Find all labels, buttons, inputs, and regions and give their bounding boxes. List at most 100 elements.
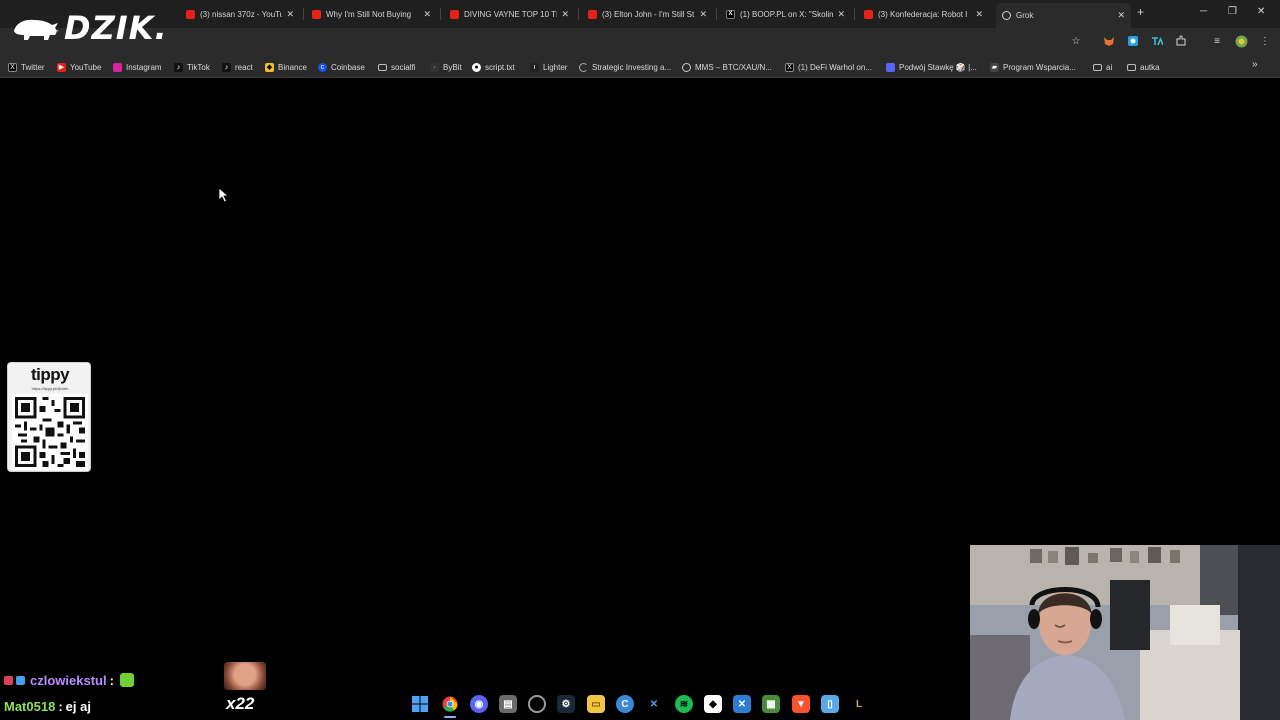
bookmark-label: autka (1140, 62, 1160, 72)
instagram-icon (113, 62, 122, 72)
bookmark-label: ByBit (443, 62, 462, 72)
bookmark-folder-socialfi[interactable]: socialfi (378, 61, 415, 73)
discord-icon[interactable]: ◉ (470, 695, 488, 713)
bookmark-label: script.txt (485, 62, 515, 72)
bookmark-folder-autka[interactable]: autka (1127, 61, 1160, 73)
new-tab-button[interactable]: + (1137, 5, 1144, 19)
extensions-puzzle-icon[interactable] (1174, 34, 1188, 48)
emote-combo-count: x22 (226, 694, 255, 713)
close-icon[interactable]: ✕ (561, 9, 569, 20)
webcam-scene (970, 545, 1280, 720)
bookmark-label: Coinbase (331, 62, 365, 72)
close-icon[interactable]: ✕ (423, 9, 431, 20)
close-icon[interactable]: ✕ (699, 9, 707, 20)
stream-logo: DZIK. (12, 12, 168, 44)
bookmark-label: TikTok (187, 62, 210, 72)
address-bar[interactable] (170, 31, 1090, 53)
youtube-icon (186, 9, 195, 19)
bookmark-bybit[interactable]: · ByBit (430, 61, 462, 73)
minimize-icon[interactable]: ─ (1200, 6, 1207, 17)
tab-youtube-still-not-buying[interactable]: Why I'm Still Not Buying ✕ (306, 4, 437, 24)
chat-message: czlowiekstul : (4, 672, 134, 688)
brave-icon[interactable]: ▼ (792, 695, 810, 713)
extension-fox-icon[interactable] (1102, 34, 1116, 48)
profile-avatar[interactable] (1234, 34, 1248, 48)
settings-icon[interactable] (528, 695, 546, 713)
bookmark-label: Podwój Stawkę 🎲 |... (899, 62, 977, 72)
qr-code (12, 394, 88, 470)
bookmark-folder-ai[interactable]: ai (1093, 61, 1112, 73)
network-icon[interactable]: ✕ (645, 695, 663, 713)
media-control-icon[interactable]: ≡ (1210, 34, 1224, 48)
mouse-cursor-icon (218, 187, 230, 203)
bookmark-coinbase[interactable]: c Coinbase (318, 61, 365, 73)
bookmark-mms[interactable]: MMS – BTC/XAU/N... (682, 61, 772, 73)
bookmark-script[interactable]: ● script.txt (472, 61, 515, 73)
chat-username: Mat0518 (4, 698, 56, 714)
menu-kebab-icon[interactable]: ⋮ (1258, 34, 1272, 48)
extension-translate-icon[interactable] (1150, 34, 1164, 48)
youtube-icon (450, 9, 459, 19)
bookmark-twitter[interactable]: X Twitter (8, 61, 45, 73)
steam-icon[interactable]: ⚙ (557, 695, 575, 713)
bookmark-label: MMS – BTC/XAU/N... (695, 62, 772, 72)
emote-face-image (224, 662, 266, 690)
notepad-icon[interactable]: ▯ (821, 695, 839, 713)
bookmark-label: Binance (278, 62, 307, 72)
tab-youtube-elton-john[interactable]: (3) Elton John - I'm Still St ✕ (582, 4, 713, 24)
tab-grok[interactable]: Grok ✕ (996, 3, 1131, 28)
close-icon[interactable]: ✕ (1117, 10, 1125, 21)
bookmark-binance[interactable]: ◆ Binance (265, 61, 307, 73)
file-explorer-icon[interactable]: ▭ (587, 695, 605, 713)
bookmarks-overflow-button[interactable]: » (1252, 59, 1258, 70)
tab-divider (716, 8, 717, 20)
youtube-icon (588, 9, 597, 19)
x-icon: X (8, 62, 17, 72)
ccleaner-icon[interactable]: C (616, 695, 634, 713)
vscode-icon[interactable]: ✕ (733, 695, 751, 713)
discord-icon (886, 62, 895, 72)
tab-youtube-konfederacja[interactable]: (3) Konfederacja: Robot I ✕ (858, 4, 989, 24)
bookmark-star-icon[interactable]: ☆ (1069, 34, 1083, 48)
bookmark-strategic-investing[interactable]: Strategic Investing a... (579, 61, 671, 73)
globe-icon (682, 62, 691, 72)
bookmark-lighter[interactable]: ı Lighter (530, 61, 567, 73)
bookmark-instagram[interactable]: Instagram (113, 61, 162, 73)
league-icon[interactable]: L (850, 695, 868, 713)
tab-title: (3) nissan 370z - YouTube (200, 9, 283, 19)
chat-message: Mat0518 : ej aj (4, 697, 91, 715)
close-icon[interactable]: ✕ (286, 9, 294, 20)
youtube-icon (312, 9, 321, 19)
extension-blue-icon[interactable] (1126, 34, 1140, 48)
spotify-icon[interactable]: ≋ (675, 695, 693, 713)
tab-strip: (3) nissan 370z - YouTube ✕ Why I'm Stil… (0, 0, 1280, 28)
bookmark-tiktok[interactable]: ♪ TikTok (174, 61, 210, 73)
bookmark-podwoj-stawke[interactable]: Podwój Stawkę 🎲 |... (886, 61, 977, 73)
x-icon: X (726, 9, 735, 19)
close-icon[interactable]: ✕ (837, 9, 845, 20)
tab-youtube-nissan[interactable]: (3) nissan 370z - YouTube ✕ (180, 4, 300, 24)
bookmark-react[interactable]: ♪ react (222, 61, 253, 73)
windows-start-icon[interactable] (411, 695, 429, 713)
messenger-icon[interactable]: ◆ (704, 695, 722, 713)
tab-x-boop[interactable]: X (1) BOOP.PL on X: "Skolim ✕ (720, 4, 851, 24)
tab-title: DIVING VAYNE TOP 10 TI (464, 9, 558, 19)
chrome-icon[interactable] (441, 695, 459, 713)
close-window-icon[interactable]: ✕ (1257, 6, 1265, 17)
tab-youtube-diving-vayne[interactable]: DIVING VAYNE TOP 10 TI ✕ (444, 4, 575, 24)
bookmark-label: (1) DeFi Warhol on... (798, 62, 872, 72)
close-icon[interactable]: ✕ (975, 9, 983, 20)
folder-icon (1093, 63, 1102, 71)
x-icon: X (785, 62, 794, 72)
restore-icon[interactable]: ❐ (1228, 6, 1237, 17)
clipboard-icon[interactable]: ▤ (499, 695, 517, 713)
coinbase-icon: c (318, 62, 327, 72)
terminal-icon[interactable]: ▦ (762, 695, 780, 713)
bookmarks-bar: X Twitter ▶ YouTube Instagram ♪ TikTok ♪ rea… (0, 56, 1280, 78)
bookmark-defi-warhol[interactable]: X (1) DeFi Warhol on... (785, 61, 872, 73)
tippy-url: https://tippy.pl/@dzik (31, 386, 69, 391)
bookmark-youtube[interactable]: ▶ YouTube (57, 61, 101, 73)
tab-divider (578, 8, 579, 20)
bookmark-program-wsparcia[interactable]: ▰ Program Wsparcia... (990, 61, 1076, 73)
bookmark-label: socialfi (391, 62, 416, 72)
